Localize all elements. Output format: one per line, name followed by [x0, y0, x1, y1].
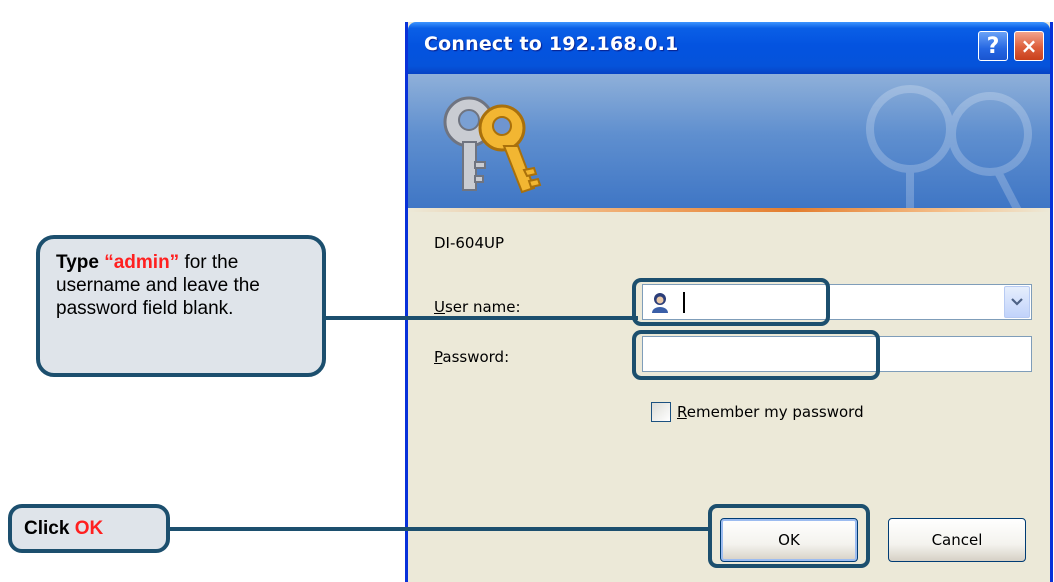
remember-label-accel: R	[677, 403, 687, 421]
callout-type-highlight: “admin”	[104, 252, 180, 273]
title-bar[interactable]: Connect to 192.168.0.1 ? ×	[408, 22, 1050, 74]
ok-highlight	[708, 504, 870, 568]
dialog-banner	[408, 74, 1050, 208]
username-label-accel: U	[434, 298, 445, 316]
help-button[interactable]: ?	[978, 31, 1008, 61]
remember-password-checkbox[interactable]	[651, 402, 671, 422]
username-label-text: ser name:	[444, 298, 521, 316]
chevron-down-icon	[1011, 298, 1023, 306]
remember-password-row[interactable]: Remember my password	[651, 402, 864, 422]
username-connector-line	[326, 316, 638, 320]
dialog-title: Connect to 192.168.0.1	[424, 33, 679, 55]
callout-click-prefix: Click	[24, 518, 70, 539]
ok-connector-line	[170, 527, 712, 531]
server-name: DI-604UP	[434, 234, 505, 252]
username-instruction-callout: Type “admin” for the username and leave …	[36, 235, 326, 377]
callout-click-highlight: OK	[74, 518, 104, 539]
cancel-button[interactable]: Cancel	[888, 518, 1026, 562]
click-ok-callout: Click OK	[8, 504, 170, 553]
remember-label-text: emember my password	[686, 403, 864, 421]
password-highlight	[632, 330, 880, 380]
password-label-text: assword:	[442, 348, 510, 366]
username-dropdown-button[interactable]	[1004, 286, 1030, 318]
username-highlight	[632, 278, 830, 326]
keys-icon	[443, 96, 542, 194]
password-label: Password:	[434, 348, 509, 366]
close-button[interactable]: ×	[1014, 31, 1044, 61]
close-icon: ×	[1020, 34, 1038, 58]
keys-watermark-icon	[866, 85, 1032, 208]
callout-type-prefix: Type	[56, 252, 99, 273]
banner-divider	[408, 208, 1050, 212]
help-icon: ?	[986, 33, 1000, 59]
username-label: User name:	[434, 298, 521, 316]
remember-password-label[interactable]: Remember my password	[677, 403, 864, 421]
